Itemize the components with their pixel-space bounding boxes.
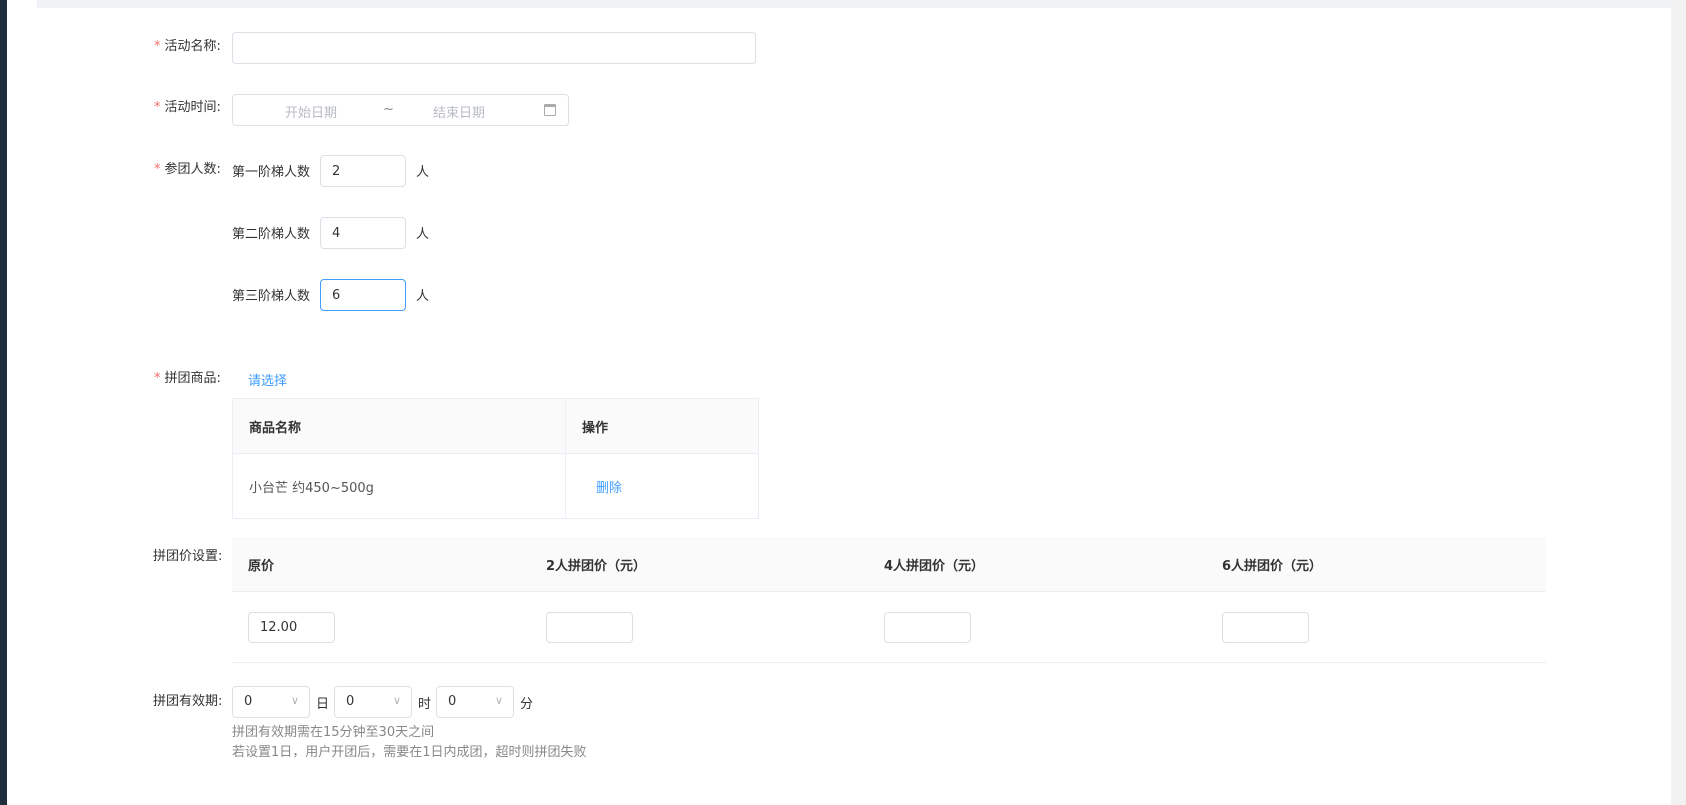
- tier-1-unit: 人: [416, 165, 430, 180]
- tier-3-label: 第三阶梯人数: [232, 289, 311, 304]
- tier-2-label: 第二阶梯人数: [232, 227, 311, 242]
- tier-1-label: 第一阶梯人数: [232, 165, 311, 180]
- chevron-down-icon: ∨: [392, 694, 401, 707]
- scrollbar-track[interactable]: [1671, 0, 1686, 805]
- price-setting-label: 拼团价设置:: [153, 549, 223, 564]
- validity-label: 拼团有效期:: [153, 694, 223, 709]
- day-unit: 日: [316, 697, 330, 712]
- minute-unit: 分: [520, 697, 534, 712]
- end-date-placeholder[interactable]: 结束日期: [433, 102, 485, 121]
- activity-time-label: * 活动时间:: [154, 100, 221, 115]
- sidebar-edge: [0, 0, 7, 805]
- tier-2-input[interactable]: [320, 217, 406, 249]
- tier-3-unit: 人: [416, 289, 430, 304]
- table-row: 小台芒 约450~500g 删除: [232, 453, 759, 519]
- date-range-separator: ~: [383, 102, 394, 117]
- chevron-down-icon: ∨: [494, 694, 503, 707]
- column-header-original-price: 原价: [248, 559, 275, 574]
- chevron-down-icon: ∨: [290, 694, 299, 707]
- top-bar-strip: [37, 0, 1671, 8]
- goods-table: 商品名称 操作 小台芒 约450~500g 删除: [232, 398, 759, 519]
- tier-3-input[interactable]: [320, 279, 406, 311]
- column-header-action: 操作: [565, 398, 759, 454]
- activity-name-label: * 活动名称:: [154, 39, 221, 54]
- column-header-goods-name: 商品名称: [232, 398, 566, 454]
- calendar-icon: [544, 104, 556, 116]
- group-size-label: * 参团人数:: [154, 162, 221, 177]
- column-header-price-4: 4人拼团价（元）: [884, 559, 985, 574]
- goods-name-cell: 小台芒 约450~500g: [232, 453, 566, 519]
- validity-hint-1: 拼团有效期需在15分钟至30天之间: [232, 725, 435, 740]
- minute-select-value: 0: [448, 694, 457, 709]
- day-select[interactable]: 0 ∨: [232, 686, 310, 718]
- select-goods-link[interactable]: 请选择: [248, 370, 287, 389]
- price-2-input[interactable]: [546, 612, 633, 643]
- column-header-price-2: 2人拼团价（元）: [546, 559, 647, 574]
- group-goods-label: * 拼团商品:: [154, 371, 221, 386]
- tier-2-unit: 人: [416, 227, 430, 242]
- hour-select[interactable]: 0 ∨: [334, 686, 412, 718]
- date-range-picker[interactable]: 开始日期 ~ 结束日期: [232, 94, 569, 126]
- price-table-header: 原价 2人拼团价（元） 4人拼团价（元） 6人拼团价（元）: [232, 537, 1546, 592]
- hour-unit: 时: [418, 697, 432, 712]
- validity-hint-2: 若设置1日，用户开团后，需要在1日内成团，超时则拼团失败: [232, 745, 587, 760]
- price-4-input[interactable]: [884, 612, 971, 643]
- price-6-input[interactable]: [1222, 612, 1309, 643]
- start-date-placeholder[interactable]: 开始日期: [285, 102, 337, 121]
- original-price-input[interactable]: [248, 612, 335, 643]
- tier-1-input[interactable]: [320, 155, 406, 187]
- day-select-value: 0: [244, 694, 253, 709]
- activity-name-input[interactable]: [232, 32, 756, 64]
- minute-select[interactable]: 0 ∨: [436, 686, 514, 718]
- hour-select-value: 0: [346, 694, 355, 709]
- price-table-row: [232, 592, 1546, 663]
- delete-goods-link[interactable]: 删除: [596, 481, 622, 496]
- column-header-price-6: 6人拼团价（元）: [1222, 559, 1323, 574]
- price-table: 原价 2人拼团价（元） 4人拼团价（元） 6人拼团价（元）: [232, 537, 1546, 663]
